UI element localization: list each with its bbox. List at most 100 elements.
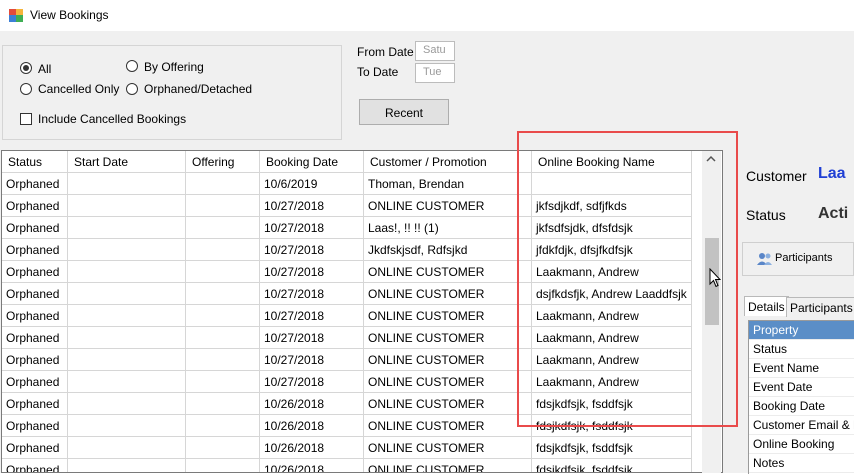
cell-booking-date[interactable]: 10/6/2019 bbox=[260, 173, 364, 195]
cell-status[interactable]: Orphaned bbox=[2, 393, 68, 415]
cell-online-booking-name[interactable]: Laakmann, Andrew bbox=[532, 349, 692, 371]
to-date-picker[interactable]: Tue bbox=[415, 63, 455, 83]
cell-customer-promotion[interactable]: ONLINE CUSTOMER bbox=[364, 261, 532, 283]
cell-offering[interactable] bbox=[186, 415, 260, 437]
cell-start-date[interactable] bbox=[68, 173, 186, 195]
radio-orphaned-detached[interactable] bbox=[126, 83, 138, 95]
cell-customer-promotion[interactable]: ONLINE CUSTOMER bbox=[364, 327, 532, 349]
cell-status[interactable]: Orphaned bbox=[2, 195, 68, 217]
cell-booking-date[interactable]: 10/26/2018 bbox=[260, 415, 364, 437]
include-cancelled-checkbox[interactable] bbox=[20, 113, 32, 125]
column-header-start-date[interactable]: Start Date bbox=[68, 151, 186, 173]
radio-orphaned-detached-label[interactable]: Orphaned/Detached bbox=[144, 82, 252, 96]
chevron-up-icon[interactable] bbox=[705, 153, 717, 167]
column-header-customer-promotion[interactable]: Customer / Promotion bbox=[364, 151, 532, 173]
cell-customer-promotion[interactable]: ONLINE CUSTOMER bbox=[364, 305, 532, 327]
cell-online-booking-name[interactable]: Laakmann, Andrew bbox=[532, 371, 692, 393]
cell-customer-promotion[interactable]: ONLINE CUSTOMER bbox=[364, 349, 532, 371]
cell-customer-promotion[interactable]: ONLINE CUSTOMER bbox=[364, 393, 532, 415]
cell-booking-date[interactable]: 10/27/2018 bbox=[260, 283, 364, 305]
cell-start-date[interactable] bbox=[68, 195, 186, 217]
cell-offering[interactable] bbox=[186, 173, 260, 195]
cell-offering[interactable] bbox=[186, 327, 260, 349]
cell-status[interactable]: Orphaned bbox=[2, 173, 68, 195]
cell-status[interactable]: Orphaned bbox=[2, 371, 68, 393]
cell-offering[interactable] bbox=[186, 437, 260, 459]
cell-status[interactable]: Orphaned bbox=[2, 305, 68, 327]
radio-by-offering-label[interactable]: By Offering bbox=[144, 60, 204, 74]
cell-online-booking-name[interactable]: jkfsdjkdf, sdfjfkds bbox=[532, 195, 692, 217]
tab-details[interactable]: Details bbox=[744, 296, 789, 316]
property-grid[interactable]: Property Status Event Name Event Date Bo… bbox=[748, 320, 854, 474]
cell-booking-date[interactable]: 10/27/2018 bbox=[260, 349, 364, 371]
cell-start-date[interactable] bbox=[68, 239, 186, 261]
cell-customer-promotion[interactable]: ONLINE CUSTOMER bbox=[364, 459, 532, 472]
tab-participants[interactable]: Participants bbox=[786, 297, 854, 317]
column-header-booking-date[interactable]: Booking Date bbox=[260, 151, 364, 173]
cell-online-booking-name[interactable]: Laakmann, Andrew bbox=[532, 305, 692, 327]
column-header-offering[interactable]: Offering bbox=[186, 151, 260, 173]
radio-by-offering[interactable] bbox=[126, 60, 138, 72]
cell-status[interactable]: Orphaned bbox=[2, 415, 68, 437]
cell-booking-date[interactable]: 10/26/2018 bbox=[260, 393, 364, 415]
column-header-status[interactable]: Status bbox=[2, 151, 68, 173]
cell-booking-date[interactable]: 10/27/2018 bbox=[260, 371, 364, 393]
cell-offering[interactable] bbox=[186, 349, 260, 371]
cell-status[interactable]: Orphaned bbox=[2, 327, 68, 349]
cell-online-booking-name[interactable]: Laakmann, Andrew bbox=[532, 261, 692, 283]
cell-customer-promotion[interactable]: ONLINE CUSTOMER bbox=[364, 415, 532, 437]
cell-start-date[interactable] bbox=[68, 371, 186, 393]
cell-customer-promotion[interactable]: ONLINE CUSTOMER bbox=[364, 283, 532, 305]
cell-offering[interactable] bbox=[186, 261, 260, 283]
cell-customer-promotion[interactable]: Jkdfskjsdf, Rdfsjkd bbox=[364, 239, 532, 261]
property-row[interactable]: Booking Date bbox=[749, 397, 854, 416]
cell-customer-promotion[interactable]: Thoman, Brendan bbox=[364, 173, 532, 195]
cell-online-booking-name[interactable]: fdsjkdfsjk, fsddfsjk bbox=[532, 459, 692, 472]
cell-start-date[interactable] bbox=[68, 327, 186, 349]
cell-status[interactable]: Orphaned bbox=[2, 437, 68, 459]
radio-cancelled-only[interactable] bbox=[20, 83, 32, 95]
cell-start-date[interactable] bbox=[68, 283, 186, 305]
property-row[interactable]: Event Date bbox=[749, 378, 854, 397]
property-row[interactable]: Customer Email & F bbox=[749, 416, 854, 435]
cell-offering[interactable] bbox=[186, 195, 260, 217]
property-row[interactable]: Notes bbox=[749, 454, 854, 473]
radio-cancelled-only-label[interactable]: Cancelled Only bbox=[38, 82, 119, 96]
cell-offering[interactable] bbox=[186, 459, 260, 472]
cell-online-booking-name[interactable]: Laakmann, Andrew bbox=[532, 327, 692, 349]
cell-start-date[interactable] bbox=[68, 217, 186, 239]
property-row[interactable]: Event Name bbox=[749, 359, 854, 378]
cell-status[interactable]: Orphaned bbox=[2, 217, 68, 239]
cell-offering[interactable] bbox=[186, 239, 260, 261]
cell-online-booking-name[interactable] bbox=[532, 173, 692, 195]
cell-booking-date[interactable]: 10/26/2018 bbox=[260, 437, 364, 459]
cell-status[interactable]: Orphaned bbox=[2, 349, 68, 371]
cell-online-booking-name[interactable]: dsjfkdsfjk, Andrew Laaddfsjk bbox=[532, 283, 692, 305]
radio-all-label[interactable]: All bbox=[38, 62, 51, 76]
include-cancelled-label[interactable]: Include Cancelled Bookings bbox=[38, 112, 186, 126]
cell-online-booking-name[interactable]: jkfsdfsjdk, dfsfdsjk bbox=[532, 217, 692, 239]
cell-booking-date[interactable]: 10/27/2018 bbox=[260, 195, 364, 217]
cell-offering[interactable] bbox=[186, 371, 260, 393]
cell-online-booking-name[interactable]: jfdkfdjk, dfsjfkdfsjk bbox=[532, 239, 692, 261]
cell-online-booking-name[interactable]: fdsjkdfsjk, fsddfsjk bbox=[532, 437, 692, 459]
cell-start-date[interactable] bbox=[68, 349, 186, 371]
cell-booking-date[interactable]: 10/27/2018 bbox=[260, 261, 364, 283]
cell-customer-promotion[interactable]: ONLINE CUSTOMER bbox=[364, 437, 532, 459]
property-row[interactable]: Online Booking bbox=[749, 435, 854, 454]
cell-status[interactable]: Orphaned bbox=[2, 459, 68, 472]
cell-offering[interactable] bbox=[186, 283, 260, 305]
cell-customer-promotion[interactable]: ONLINE CUSTOMER bbox=[364, 195, 532, 217]
column-header-online-booking-name[interactable]: Online Booking Name bbox=[532, 151, 692, 173]
cell-booking-date[interactable]: 10/27/2018 bbox=[260, 305, 364, 327]
cell-status[interactable]: Orphaned bbox=[2, 261, 68, 283]
from-date-picker[interactable]: Satu bbox=[415, 41, 455, 61]
cell-online-booking-name[interactable]: fdsjkdfsjk, fsddfsjk bbox=[532, 393, 692, 415]
cell-start-date[interactable] bbox=[68, 261, 186, 283]
cell-online-booking-name[interactable]: fdsjkdfsjk, fsddfsjk bbox=[532, 415, 692, 437]
cell-booking-date[interactable]: 10/26/2018 bbox=[260, 459, 364, 472]
cell-start-date[interactable] bbox=[68, 393, 186, 415]
property-row[interactable]: Status bbox=[749, 340, 854, 359]
radio-all[interactable] bbox=[20, 62, 32, 74]
cell-status[interactable]: Orphaned bbox=[2, 283, 68, 305]
